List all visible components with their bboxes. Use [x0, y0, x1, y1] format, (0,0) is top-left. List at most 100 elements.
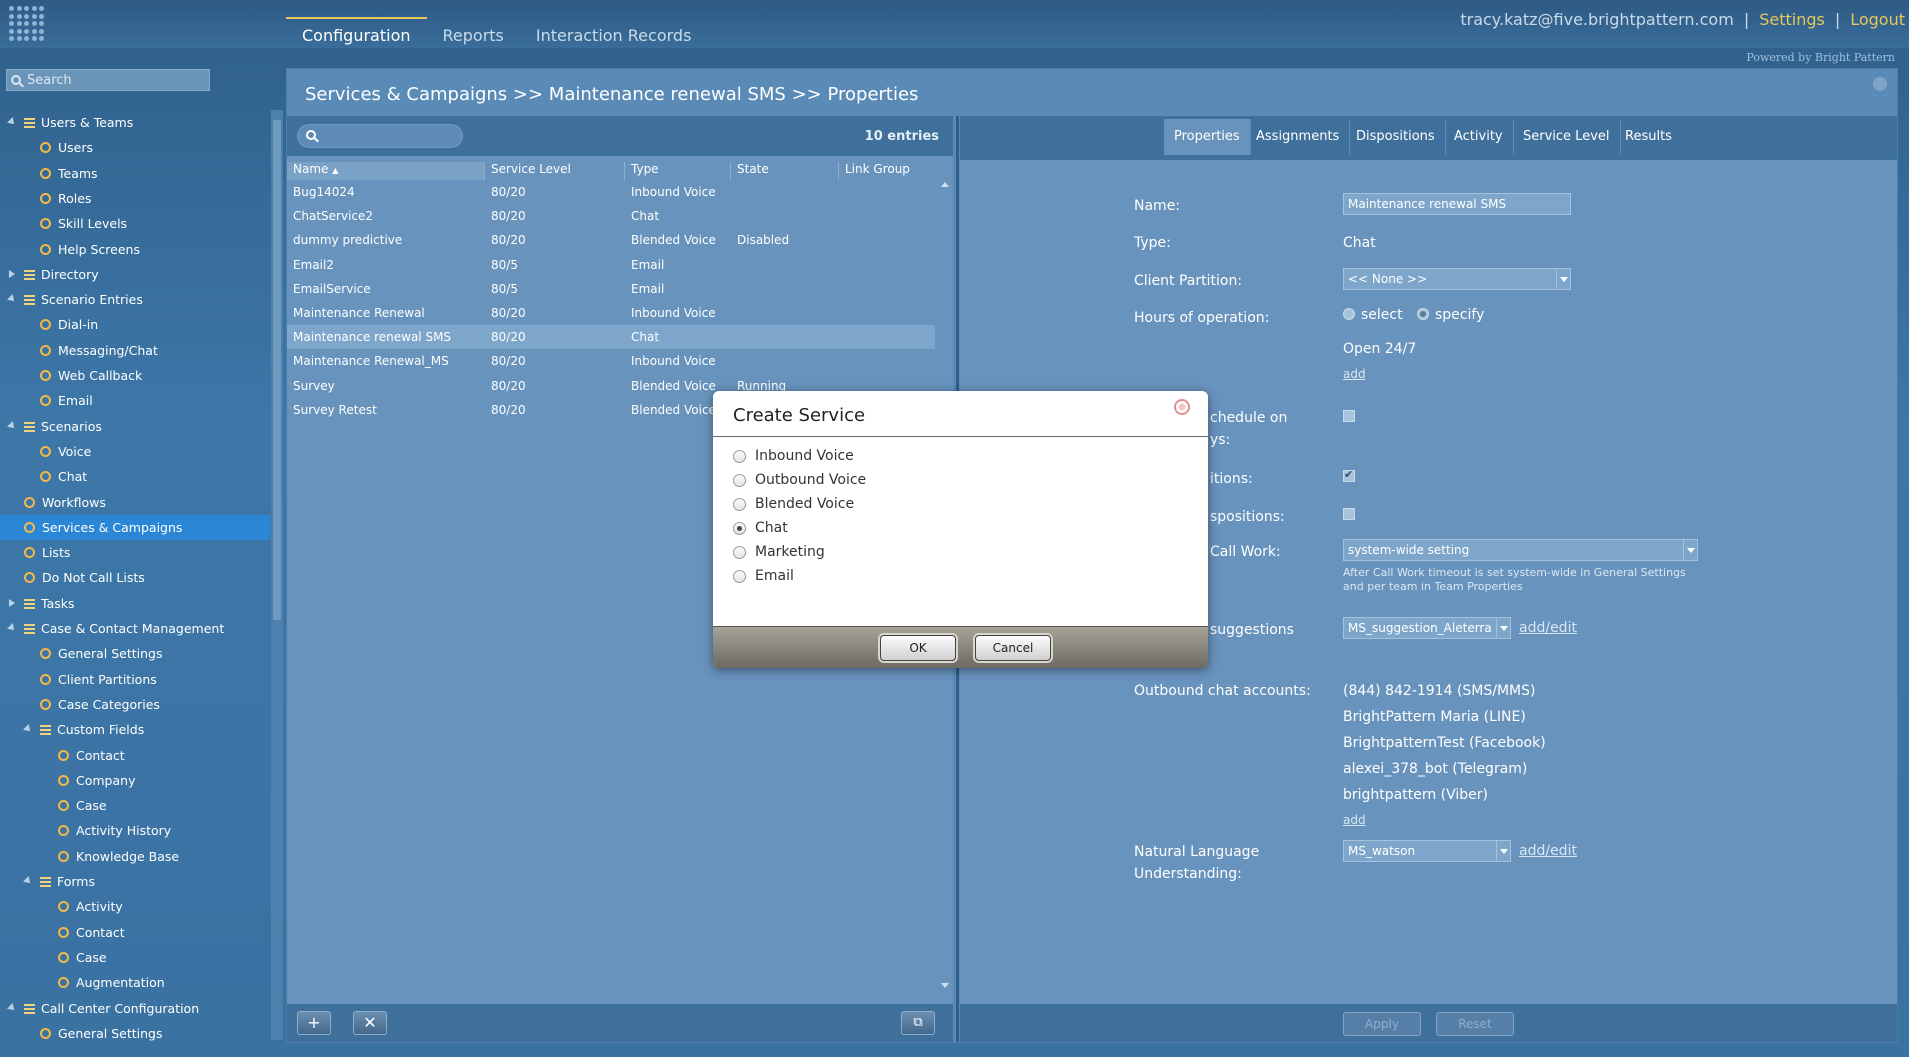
expand-open-icon[interactable] — [7, 420, 17, 431]
sidebar-item[interactable]: Activity — [0, 894, 270, 919]
sidebar-item[interactable]: Web Callback — [0, 363, 270, 388]
table-row[interactable]: Maintenance Renewal_MS 80/20 Inbound Voice — [287, 349, 935, 373]
close-icon[interactable] — [1873, 77, 1887, 91]
sidebar-item[interactable]: Voice — [0, 439, 270, 464]
tab-results[interactable]: Results — [1615, 119, 1682, 155]
column-link-group[interactable]: Link Group — [839, 162, 939, 180]
sidebar-item[interactable]: Scenarios — [0, 414, 270, 439]
nlu-add-edit-link[interactable]: add/edit — [1519, 843, 1577, 859]
restore-window-icon[interactable]: ⧉ — [901, 1011, 935, 1035]
acw-select[interactable]: system-wide setting — [1343, 539, 1698, 561]
sidebar-item[interactable]: Client Partitions — [0, 667, 270, 692]
tab-assignments[interactable]: Assignments — [1246, 119, 1351, 155]
table-row[interactable]: EmailService 80/5 Email — [287, 277, 935, 301]
sidebar-item[interactable]: Knowledge Base — [0, 844, 270, 869]
expand-open-icon[interactable] — [7, 623, 17, 633]
sidebar-item[interactable]: Services & Campaigns — [0, 514, 270, 540]
sidebar-item[interactable]: Forms — [0, 869, 270, 894]
table-row[interactable]: Email2 80/5 Email — [287, 253, 935, 277]
scroll-up-icon[interactable] — [941, 182, 949, 187]
expand-open-icon[interactable] — [7, 117, 17, 127]
close-icon[interactable] — [1174, 399, 1190, 415]
column-state[interactable]: State — [731, 162, 839, 180]
client-partition-select[interactable]: << None >> — [1343, 268, 1571, 290]
sidebar-item[interactable]: Email — [0, 388, 270, 413]
service-type-option[interactable]: Outbound Voice — [733, 470, 866, 490]
tab-activity[interactable]: Activity — [1444, 119, 1514, 155]
schedule-checkbox[interactable] — [1343, 410, 1355, 422]
radio-button[interactable] — [733, 449, 746, 463]
tab-interaction-records[interactable]: Interaction Records — [520, 0, 708, 48]
sidebar-item[interactable]: General Settings — [0, 1021, 270, 1046]
sidebar-item[interactable]: Skill Levels — [0, 211, 270, 236]
delete-service-button[interactable]: ✕ — [353, 1011, 387, 1035]
table-row[interactable]: Maintenance renewal SMS 80/20 Chat — [287, 325, 935, 350]
table-row[interactable]: Bug14024 80/20 Inbound Voice — [287, 180, 935, 204]
sidebar-item[interactable]: Lists — [0, 540, 270, 565]
tab-configuration[interactable]: Configuration — [286, 0, 427, 48]
dispositions2-checkbox[interactable] — [1343, 508, 1355, 520]
service-type-option[interactable]: Chat — [733, 518, 788, 538]
sidebar-item[interactable]: Contact — [0, 920, 270, 945]
sidebar-item[interactable]: Company — [0, 768, 270, 793]
sidebar-item[interactable]: Call Center Configuration — [0, 996, 270, 1021]
service-type-option[interactable]: Blended Voice — [733, 494, 854, 514]
expand-closed-icon[interactable] — [9, 269, 15, 278]
expand-closed-icon[interactable] — [9, 598, 15, 607]
sidebar-item[interactable]: Tasks — [0, 591, 270, 616]
reset-button[interactable]: Reset — [1436, 1012, 1514, 1036]
tab-reports[interactable]: Reports — [427, 0, 520, 48]
sidebar-item[interactable]: Contact — [0, 743, 270, 768]
sidebar-item[interactable]: Users — [0, 135, 270, 160]
sidebar-scrollbar[interactable] — [271, 110, 283, 1040]
sidebar-item[interactable]: Augmentation — [0, 970, 270, 995]
sidebar-item[interactable]: General Settings — [0, 641, 270, 666]
logout-link[interactable]: Logout — [1850, 10, 1905, 29]
expand-open-icon[interactable] — [23, 876, 33, 886]
radio-button[interactable] — [733, 473, 746, 487]
radio-button[interactable] — [733, 497, 746, 511]
sidebar-item[interactable]: Chat — [0, 464, 270, 489]
expand-open-icon[interactable] — [7, 294, 17, 305]
sidebar-item[interactable]: Users & Teams — [0, 110, 270, 135]
sidebar-item[interactable]: Messaging/Chat — [0, 338, 270, 363]
app-grid-icon[interactable] — [9, 6, 45, 42]
service-type-option[interactable]: Email — [733, 566, 794, 586]
tab-service-level[interactable]: Service Level — [1513, 119, 1621, 155]
scrollbar-thumb[interactable] — [273, 120, 281, 620]
sidebar-item[interactable]: Scenario Entries — [0, 287, 270, 312]
sidebar-item[interactable]: Workflows — [0, 490, 270, 515]
sidebar-item[interactable]: Directory — [0, 262, 270, 287]
sidebar-item[interactable]: Custom Fields — [0, 717, 270, 742]
sidebar-item[interactable]: Roles — [0, 186, 270, 211]
sidebar-item[interactable]: Dial-in — [0, 312, 270, 337]
tab-properties[interactable]: Properties — [1164, 119, 1251, 155]
name-field[interactable] — [1343, 193, 1571, 215]
sidebar-item[interactable]: Case — [0, 793, 270, 818]
sidebar-search-input[interactable] — [21, 72, 201, 88]
service-type-option[interactable]: Inbound Voice — [733, 446, 854, 466]
add-hours-link[interactable]: add — [1343, 367, 1366, 381]
radio-button[interactable] — [733, 545, 746, 559]
scroll-down-icon[interactable] — [941, 983, 949, 988]
settings-link[interactable]: Settings — [1759, 10, 1825, 29]
nlu-select[interactable]: MS_watson — [1343, 840, 1511, 862]
radio-button[interactable] — [733, 569, 746, 583]
column-name[interactable]: Name ▲ — [287, 162, 485, 180]
sidebar-item[interactable]: Case — [0, 945, 270, 970]
sidebar-item[interactable]: Case Categories — [0, 692, 270, 717]
service-type-option[interactable]: Marketing — [733, 542, 825, 562]
expand-open-icon[interactable] — [7, 1002, 17, 1013]
sidebar-item[interactable]: Activity History — [0, 818, 270, 843]
list-search-input[interactable] — [297, 124, 463, 148]
table-row[interactable]: dummy predictive 80/20 Blended Voice Disabl… — [287, 228, 935, 252]
column-type[interactable]: Type — [625, 162, 731, 180]
sidebar-item[interactable]: Help Screens — [0, 237, 270, 262]
column-service-level[interactable]: Service Level — [485, 162, 625, 180]
add-service-button[interactable]: + — [297, 1011, 331, 1035]
hours-specify-radio[interactable] — [1417, 308, 1429, 320]
suggestions-add-edit-link[interactable]: add/edit — [1519, 620, 1577, 636]
hours-select-radio[interactable] — [1343, 308, 1355, 320]
ok-button[interactable]: OK — [880, 635, 956, 661]
apply-button[interactable]: Apply — [1343, 1012, 1421, 1036]
